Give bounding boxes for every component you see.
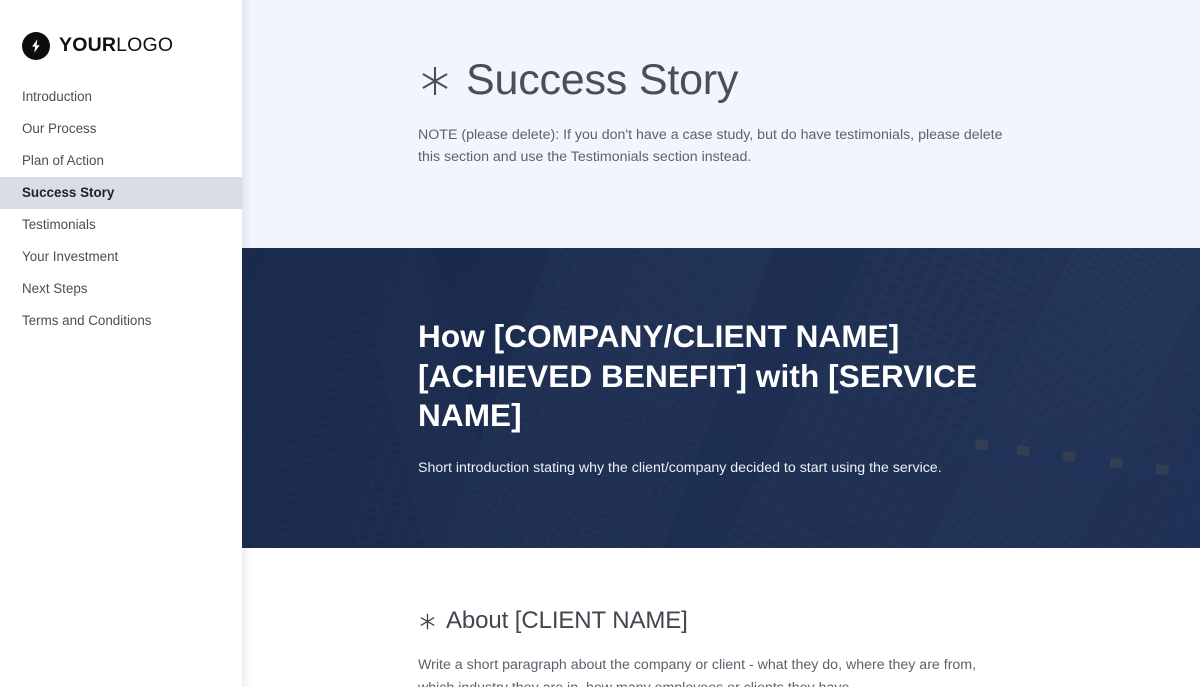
page-title-text: Success Story <box>466 56 739 104</box>
about-section: About [CLIENT NAME] Write a short paragr… <box>242 548 1200 687</box>
intro-section: Success Story NOTE (please delete): If y… <box>242 0 1200 248</box>
sidebar-item-introduction[interactable]: Introduction <box>0 81 242 113</box>
lightning-bolt-circle-icon <box>22 31 50 60</box>
sidebar-item-next-steps[interactable]: Next Steps <box>0 273 242 305</box>
brand-logo[interactable]: YOURLOGO <box>0 0 242 64</box>
sidebar-item-our-process[interactable]: Our Process <box>0 113 242 145</box>
six-point-asterisk-icon <box>418 64 452 98</box>
hero-banner: How [COMPANY/CLIENT NAME] [ACHIEVED BENE… <box>242 248 1200 548</box>
six-point-asterisk-icon <box>418 612 437 631</box>
sidebar-item-success-story[interactable]: Success Story <box>0 177 242 209</box>
sidebar: YOURLOGO Introduction Our Process Plan o… <box>0 0 242 687</box>
sidebar-item-testimonials[interactable]: Testimonials <box>0 209 242 241</box>
about-title: About [CLIENT NAME] <box>418 607 1200 634</box>
document-preview: YOURLOGO Introduction Our Process Plan o… <box>0 0 1200 687</box>
sidebar-item-your-investment[interactable]: Your Investment <box>0 241 242 273</box>
sidebar-item-terms-and-conditions[interactable]: Terms and Conditions <box>0 305 242 337</box>
brand-text-strong: YOUR <box>59 33 117 56</box>
hero-title: How [COMPANY/CLIENT NAME] [ACHIEVED BENE… <box>418 317 978 434</box>
page-title: Success Story <box>418 56 1200 104</box>
about-body: Write a short paragraph about the compan… <box>418 657 977 687</box>
sidebar-nav: Introduction Our Process Plan of Action … <box>0 81 242 337</box>
brand-text: YOURLOGO <box>59 33 174 56</box>
document-body: Success Story NOTE (please delete): If y… <box>242 0 1200 687</box>
sidebar-item-plan-of-action[interactable]: Plan of Action <box>0 145 242 177</box>
about-title-text: About [CLIENT NAME] <box>446 607 688 634</box>
hero-subtitle: Short introduction stating why the clien… <box>418 459 942 476</box>
intro-note: NOTE (please delete): If you don't have … <box>418 126 1003 166</box>
brand-text-light: LOGO <box>116 33 174 56</box>
hero-content: How [COMPANY/CLIENT NAME] [ACHIEVED BENE… <box>418 248 1018 548</box>
